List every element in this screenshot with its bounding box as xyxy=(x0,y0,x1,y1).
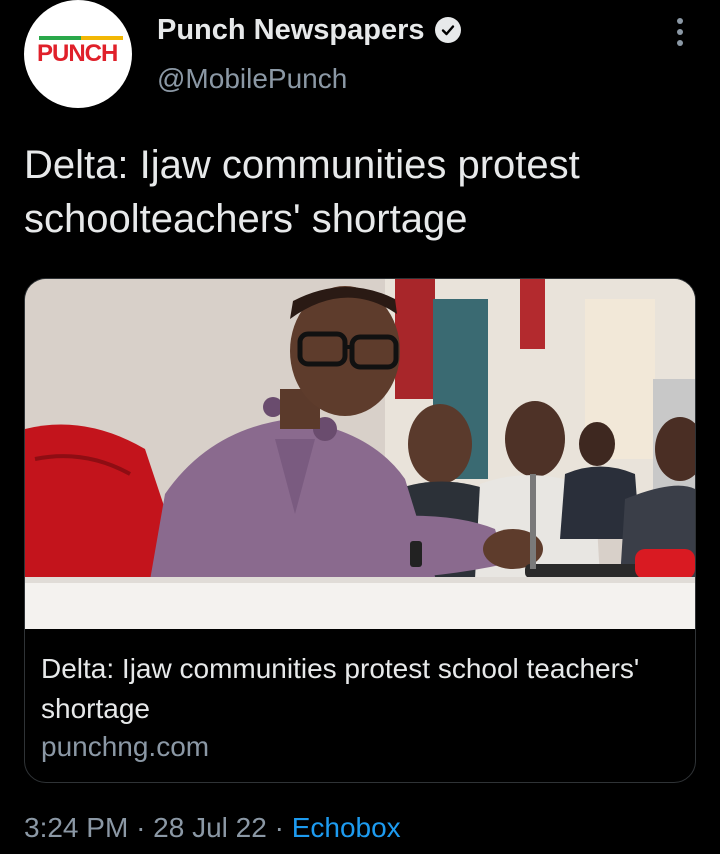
tweet-source-link[interactable]: Echobox xyxy=(292,812,401,843)
verified-badge-icon xyxy=(434,17,461,43)
tweet-meta: 3:24 PM · 28 Jul 22 · Echobox xyxy=(24,808,401,848)
tweet-date[interactable]: 28 Jul 22 xyxy=(153,812,267,843)
account-header[interactable]: Punch Newspapers xyxy=(157,12,461,48)
card-domain[interactable]: punchng.com xyxy=(41,729,209,765)
tweet-text: Delta: Ijaw communities protest schoolte… xyxy=(24,143,580,241)
meta-separator: · xyxy=(136,812,146,843)
meta-separator: · xyxy=(274,812,284,843)
punch-logo: PUNCH xyxy=(33,36,123,68)
logo-text: PUNCH xyxy=(37,40,118,67)
link-card[interactable]: Delta: Ijaw communities protest school t… xyxy=(24,278,696,783)
display-name[interactable]: Punch Newspapers xyxy=(157,12,425,48)
account-handle[interactable]: @MobilePunch xyxy=(157,62,347,96)
more-vertical-icon[interactable] xyxy=(672,18,688,46)
card-title[interactable]: Delta: Ijaw communities protest school t… xyxy=(41,649,681,729)
tweet-time[interactable]: 3:24 PM xyxy=(24,812,128,843)
account-avatar[interactable]: PUNCH xyxy=(24,0,132,108)
card-photo xyxy=(25,279,695,629)
card-image[interactable] xyxy=(25,279,695,629)
